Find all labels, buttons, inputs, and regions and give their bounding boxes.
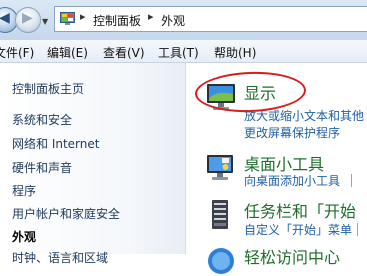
nav-user-accounts[interactable]: 用户帐户和家庭安全: [12, 205, 120, 222]
category-title-taskbar[interactable]: 任务栏和「开始: [244, 198, 356, 222]
control-panel-icon: [60, 12, 75, 25]
forward-arrow-icon: ▶: [22, 10, 33, 26]
menu-tools[interactable]: 工具(T): [158, 44, 199, 61]
menu-bar: 文件(F) 编辑(E) 查看(V) 工具(T) 帮助(H): [0, 40, 367, 63]
navigation-pane: 控制面板主页 系统和安全 网络和 Internet 硬件和声音 程序 用户帐户和…: [0, 63, 186, 265]
menu-file[interactable]: 文件(F): [0, 44, 34, 61]
nav-appearance-current: 外观: [12, 230, 37, 244]
ease-of-access-icon: [208, 248, 234, 274]
pane-divider: [185, 63, 186, 254]
nav-system-and-security[interactable]: 系统和安全: [12, 111, 72, 128]
link-add-gadgets[interactable]: 向桌面添加小工具: [244, 172, 340, 189]
link-customize-start-menu[interactable]: 自定义「开始」菜单: [244, 221, 352, 238]
address-box[interactable]: ▸ 控制面板 ▸ 外观: [54, 6, 367, 32]
back-arrow-icon: ◀: [0, 10, 10, 26]
recent-pages-dropdown-icon[interactable]: ▼: [42, 17, 48, 26]
link-change-screensaver[interactable]: 更改屏幕保护程序: [244, 124, 340, 141]
breadcrumb-separator-icon[interactable]: ▸: [80, 10, 86, 23]
taskbar-icon: [212, 200, 228, 229]
nav-hardware-and-sound[interactable]: 硬件和声音: [12, 159, 72, 176]
nav-programs[interactable]: 程序: [12, 182, 36, 199]
breadcrumb-control-panel[interactable]: 控制面板: [93, 12, 141, 29]
category-title-ease-of-access[interactable]: 轻松访问中心: [244, 244, 340, 268]
link-separator: [357, 223, 358, 236]
nav-control-panel-home[interactable]: 控制面板主页: [12, 80, 84, 97]
address-bar: ◀ ▶ ▼ ▸ 控制面板 ▸ 外观: [0, 0, 367, 40]
desktop-gadgets-icon: [207, 155, 233, 180]
link-separator: [351, 174, 352, 187]
menu-edit[interactable]: 编辑(E): [47, 44, 88, 61]
forward-button[interactable]: ▶: [15, 7, 41, 33]
nav-clock-language-region[interactable]: 时钟、语言和区域: [12, 249, 108, 266]
menu-view[interactable]: 查看(V): [103, 44, 145, 61]
breadcrumb-separator-icon[interactable]: ▸: [148, 10, 154, 23]
breadcrumb-appearance[interactable]: 外观: [161, 12, 185, 29]
nav-network-and-internet[interactable]: 网络和 Internet: [12, 135, 99, 152]
menu-help[interactable]: 帮助(H): [214, 44, 256, 61]
